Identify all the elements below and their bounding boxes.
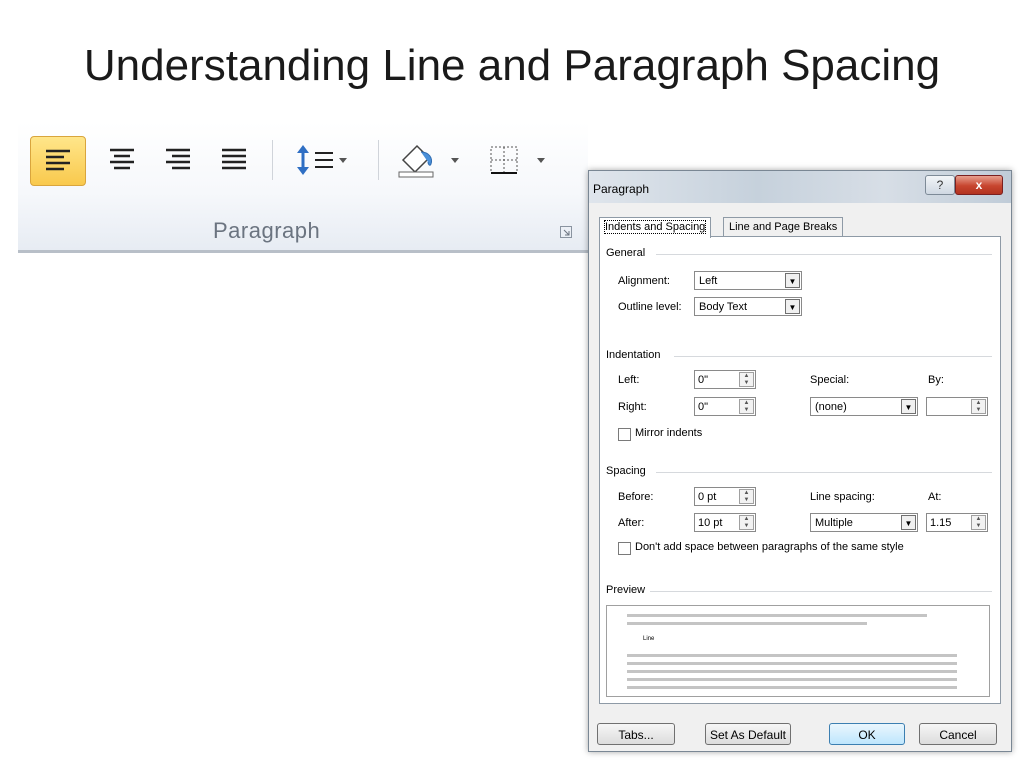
spin-arrows-icon[interactable]: ▲ ▼ [739,489,754,504]
preview-box: Line [606,605,990,697]
ribbon-separator [378,140,379,180]
ribbon-paragraph-group: Paragraph [18,122,588,253]
ribbon-group-label: Paragraph [213,218,321,243]
tab-indents-and-spacing[interactable]: Indents and Spacing [599,217,712,238]
after-value: 10 pt [698,517,723,529]
spin-arrows-icon[interactable]: ▲ ▼ [739,515,754,530]
before-value: 0 pt [698,491,717,503]
outline-level-label: Outline level: [618,301,682,313]
mirror-indents-label: Mirror indents [635,427,703,439]
paint-bucket-icon [398,144,459,178]
right-indent-spinner[interactable]: 0" ▲ ▼ [694,397,756,416]
after-spinner[interactable]: 10 pt ▲ ▼ [694,513,756,532]
cancel-button[interactable]: Cancel [919,723,997,745]
preview-sample-text: Line [643,636,655,642]
tab-label: Indents and Spacing [603,220,707,234]
align-center-button[interactable] [98,136,146,184]
help-button[interactable]: ? [925,175,955,195]
borders-button[interactable] [484,136,560,184]
alignment-value: Left [699,275,718,287]
spin-arrows-icon[interactable]: ▲ ▼ [739,372,754,387]
chevron-down-icon[interactable]: ▼ [901,515,916,530]
preview-lines [627,614,957,689]
right-indent-value: 0" [698,401,709,413]
paragraph-dialog: Paragraph ? x Indents and Spacing Line a… [588,170,1012,752]
before-spinner[interactable]: 0 pt ▲ ▼ [694,487,756,506]
line-spacing-value: Multiple [815,517,853,529]
spacing-section-label: Spacing [606,465,646,477]
align-right-icon [166,148,190,170]
before-label: Before: [618,491,654,503]
justify-button[interactable] [210,136,258,184]
section-divider [674,356,992,357]
chevron-down-icon[interactable]: ▼ [901,399,916,414]
dont-add-space-label: Don't add space between paragraphs of th… [635,541,904,553]
close-button[interactable]: x [955,175,1003,195]
line-spacing-button[interactable] [288,136,358,184]
spin-arrows-icon[interactable]: ▲ ▼ [739,399,754,414]
chevron-down-icon[interactable]: ▼ [785,273,800,288]
spin-arrows-icon[interactable]: ▲ ▼ [971,399,986,414]
set-as-default-button[interactable]: Set As Default [705,723,791,745]
line-spacing-icon [297,145,347,175]
align-center-icon [110,148,134,170]
dialog-titlebar[interactable]: Paragraph ? x [589,171,1011,203]
alignment-label: Alignment: [618,275,670,287]
general-section-label: General [606,247,646,259]
alignment-combo[interactable]: Left ▼ [694,271,802,290]
after-label: After: [618,517,645,529]
left-indent-label: Left: [618,374,640,386]
tabs-button[interactable]: Tabs... [597,723,675,745]
ribbon-separator [272,140,273,180]
section-divider [656,472,992,473]
borders-icon [490,146,545,174]
dialog-launcher-icon[interactable] [560,226,572,238]
outline-level-combo[interactable]: Body Text ▼ [694,297,802,316]
outline-level-value: Body Text [699,301,748,313]
right-indent-label: Right: [618,401,647,413]
chevron-down-icon[interactable]: ▼ [785,299,800,314]
left-indent-spinner[interactable]: 0" ▲ ▼ [694,370,756,389]
at-spinner[interactable]: 1.15 ▲ ▼ [926,513,988,532]
mirror-indents-checkbox[interactable] [618,428,631,441]
special-combo[interactable]: (none) ▼ [810,397,918,416]
section-divider [656,254,992,255]
section-divider [650,591,992,592]
justify-icon [222,148,246,170]
spin-arrows-icon[interactable]: ▲ ▼ [971,515,986,530]
slide-title: Understanding Line and Paragraph Spacing [83,41,941,90]
at-value: 1.15 [930,517,952,529]
dialog-title: Paragraph [593,182,650,196]
at-label: At: [928,491,942,503]
tab-panel: General Alignment: Left ▼ Outline level:… [599,236,1001,704]
line-spacing-combo[interactable]: Multiple ▼ [810,513,918,532]
line-spacing-label: Line spacing: [810,491,875,503]
indentation-section-label: Indentation [606,349,661,361]
dont-add-space-checkbox[interactable] [618,542,631,555]
align-left-icon [46,149,70,171]
shading-button[interactable] [394,136,474,184]
special-label: Special: [810,374,850,386]
tab-label: Line and Page Breaks [729,221,838,233]
by-label: By: [928,374,944,386]
by-spinner[interactable]: ▲ ▼ [926,397,988,416]
left-indent-value: 0" [698,374,709,386]
preview-section-label: Preview [606,584,646,596]
align-left-button[interactable] [30,136,86,186]
ok-button[interactable]: OK [829,723,905,745]
align-right-button[interactable] [154,136,202,184]
special-value: (none) [815,401,847,413]
tab-line-and-page-breaks[interactable]: Line and Page Breaks [723,217,844,237]
